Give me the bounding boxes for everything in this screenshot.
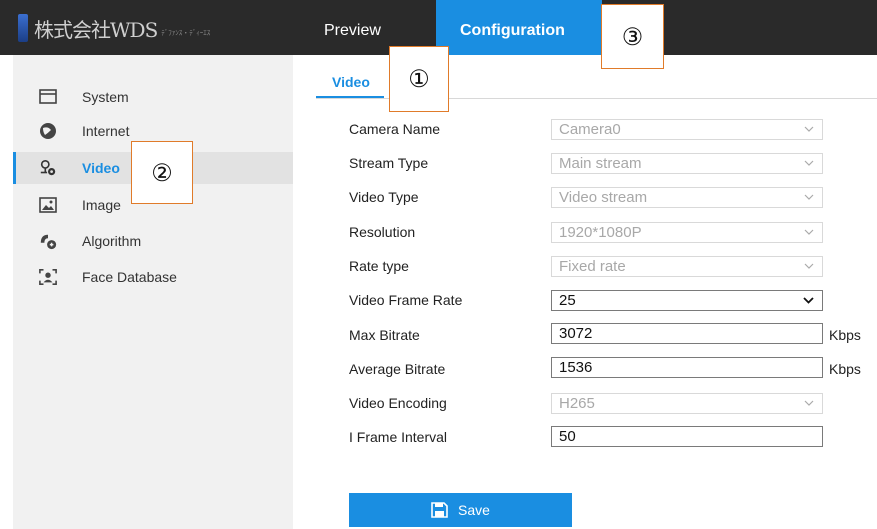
i-frame-interval-value: 50 xyxy=(559,428,576,445)
max-bitrate-unit: Kbps xyxy=(829,327,861,343)
sidebar-item-face-database[interactable]: Face Database xyxy=(13,261,293,293)
max-bitrate-value: 3072 xyxy=(559,325,593,342)
image-icon xyxy=(39,196,57,214)
camera-name-value: Camera0 xyxy=(559,121,621,138)
sidebar-item-system[interactable]: System xyxy=(13,81,293,113)
resolution-label: Resolution xyxy=(349,224,416,240)
callout-2: ② xyxy=(131,141,193,204)
chevron-down-icon xyxy=(804,400,814,406)
algorithm-icon xyxy=(39,232,57,250)
monitor-icon xyxy=(39,88,57,106)
video-encoding-value: H265 xyxy=(559,395,595,412)
chevron-down-icon xyxy=(804,263,814,269)
tab-configuration[interactable]: Configuration xyxy=(436,0,602,55)
resolution-value: 1920*1080P xyxy=(559,224,642,241)
callout-3: ③ xyxy=(601,4,664,69)
max-bitrate-label: Max Bitrate xyxy=(349,327,420,343)
logo-mark xyxy=(18,14,28,42)
camera-name-select[interactable]: Camera0 xyxy=(551,119,823,140)
i-frame-interval-input[interactable]: 50 xyxy=(551,426,823,447)
i-frame-interval-label: I Frame Interval xyxy=(349,429,448,445)
sidebar: System Internet Video Image Algorithm Fa… xyxy=(13,55,293,529)
sidebar-item-label: System xyxy=(82,89,129,105)
sidebar-item-label: Algorithm xyxy=(82,233,142,249)
subtab-video[interactable]: Video xyxy=(316,66,386,98)
camera-name-label: Camera Name xyxy=(349,121,441,137)
rate-type-value: Fixed rate xyxy=(559,258,626,275)
save-label: Save xyxy=(458,502,490,518)
globe-icon xyxy=(39,122,57,140)
average-bitrate-value: 1536 xyxy=(559,359,593,376)
resolution-select[interactable]: 1920*1080P xyxy=(551,222,823,243)
logo-subtext: ﾃﾞﾌｧﾝｽ・ﾃﾞｨｰｴｽ xyxy=(161,30,211,37)
chevron-down-icon xyxy=(803,297,814,304)
chevron-down-icon xyxy=(804,229,814,235)
face-icon xyxy=(39,268,57,286)
video-type-select[interactable]: Video stream xyxy=(551,187,823,208)
sidebar-item-label: Face Database xyxy=(82,269,177,285)
average-bitrate-label: Average Bitrate xyxy=(349,361,446,377)
sidebar-item-label: Image xyxy=(82,197,121,213)
callout-1: ① xyxy=(389,46,449,112)
video-frame-rate-select[interactable]: 25 xyxy=(551,290,823,311)
stream-type-select[interactable]: Main stream xyxy=(551,153,823,174)
company-logo: 株式会社WDS ﾃﾞﾌｧﾝｽ・ﾃﾞｨｰｴｽ xyxy=(18,12,210,44)
sidebar-item-label: Internet xyxy=(82,123,130,139)
max-bitrate-input[interactable]: 3072 xyxy=(551,323,823,344)
chevron-down-icon xyxy=(804,126,814,132)
rate-type-select[interactable]: Fixed rate xyxy=(551,256,823,277)
chevron-down-icon xyxy=(804,194,814,200)
stream-type-label: Stream Type xyxy=(349,155,429,171)
logo-text: 株式会社WDS xyxy=(34,17,158,42)
video-encoding-label: Video Encoding xyxy=(349,395,447,411)
chevron-down-icon xyxy=(804,160,814,166)
video-type-label: Video Type xyxy=(349,189,419,205)
video-encoding-select[interactable]: H265 xyxy=(551,393,823,414)
stream-type-value: Main stream xyxy=(559,155,642,172)
video-type-value: Video stream xyxy=(559,189,648,206)
sidebar-item-label: Video xyxy=(82,160,120,176)
rate-type-label: Rate type xyxy=(349,258,409,274)
camera-icon xyxy=(39,159,57,177)
average-bitrate-unit: Kbps xyxy=(829,361,861,377)
video-frame-rate-label: Video Frame Rate xyxy=(349,292,463,308)
average-bitrate-input[interactable]: 1536 xyxy=(551,357,823,378)
video-frame-rate-value: 25 xyxy=(559,292,576,309)
save-button[interactable]: Save xyxy=(349,493,572,527)
sidebar-item-algorithm[interactable]: Algorithm xyxy=(13,225,293,257)
save-icon xyxy=(431,502,448,518)
